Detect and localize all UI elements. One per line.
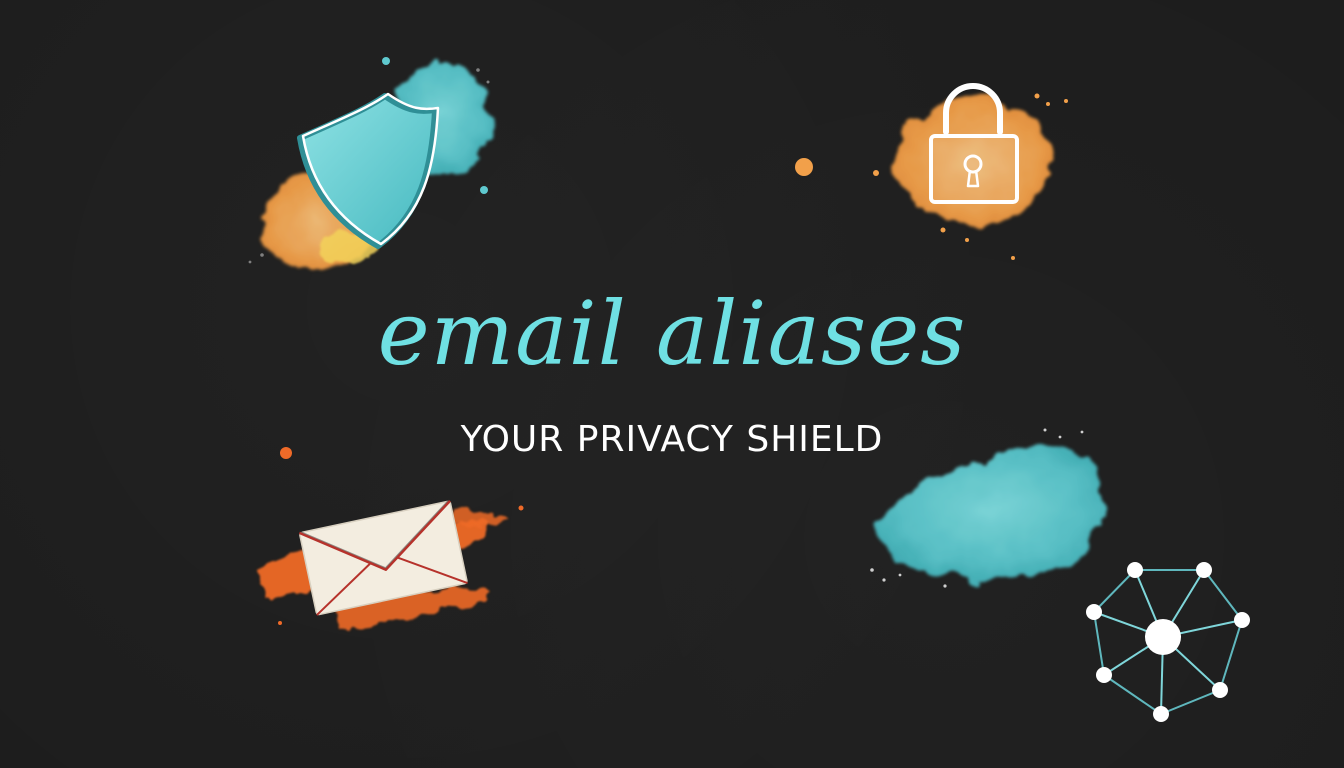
headline-title: email aliases [377,282,967,385]
padlock-icon [795,83,1068,260]
envelope-icon [258,447,524,628]
shield-icon [248,57,490,270]
poster-canvas: email aliases YOUR PRIVACY SHIELD [0,0,1344,768]
tagline-subtitle: YOUR PRIVACY SHIELD [460,419,884,460]
network-icon [1086,562,1250,722]
